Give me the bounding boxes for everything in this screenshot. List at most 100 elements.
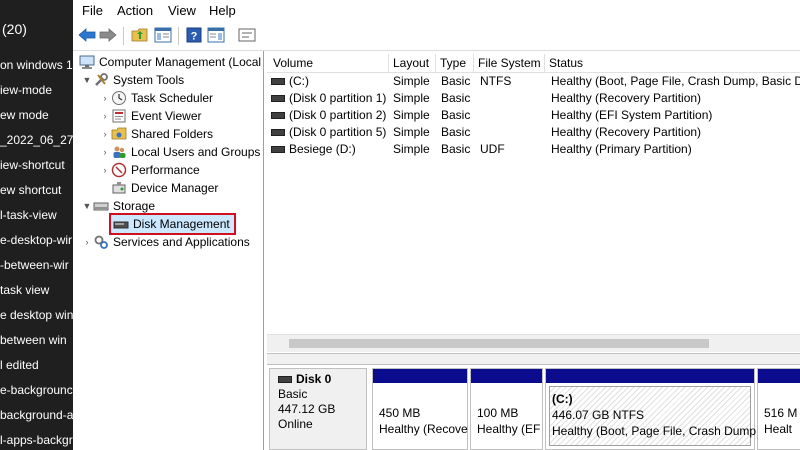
console-tree: Computer Management (Local ▼ System Tool… xyxy=(73,51,264,450)
tree-item-shared-folders[interactable]: › Shared Folders xyxy=(99,125,214,143)
help-icon[interactable]: ? xyxy=(184,25,204,45)
tree-label: Local Users and Groups xyxy=(131,145,261,159)
system-tools-icon xyxy=(93,72,109,88)
tree-item-local-users[interactable]: › Local Users and Groups xyxy=(99,143,261,161)
scrollbar-thumb[interactable] xyxy=(289,339,709,348)
strip-item[interactable]: task view xyxy=(0,283,49,297)
menu-file[interactable]: File xyxy=(82,3,103,18)
strip-item[interactable]: e-desktop-wir xyxy=(0,233,72,247)
drive-icon xyxy=(271,78,285,86)
horizontal-scrollbar[interactable] xyxy=(267,334,800,352)
column-header-status[interactable]: Status xyxy=(545,54,800,72)
strip-item[interactable]: l-apps-backgr xyxy=(0,433,73,447)
column-header-file-system[interactable]: File System xyxy=(474,54,545,72)
tree-label: Shared Folders xyxy=(131,127,214,141)
chevron-down-icon[interactable]: ▼ xyxy=(81,75,93,85)
strip-item[interactable]: background-ap xyxy=(0,408,73,422)
strip-item[interactable]: ew mode xyxy=(0,108,49,122)
volume-row[interactable]: (C:) Simple Basic NTFS Healthy (Boot, Pa… xyxy=(267,73,800,90)
tree-item-performance[interactable]: › Performance xyxy=(99,161,200,179)
forward-arrow-icon[interactable] xyxy=(98,25,118,45)
action-pane-icon[interactable] xyxy=(206,25,226,45)
chevron-right-icon[interactable]: › xyxy=(99,147,111,157)
disk-0-label[interactable]: Disk 0 Basic 447.12 GB Online xyxy=(269,368,367,450)
tree-item-services-and-applications[interactable]: › Services and Applications xyxy=(81,233,250,251)
selected-highlight[interactable]: Disk Management xyxy=(109,213,236,235)
column-header-volume[interactable]: Volume xyxy=(269,54,389,72)
back-arrow-icon[interactable] xyxy=(77,25,97,45)
drive-icon xyxy=(271,129,285,137)
volume-row[interactable]: Besiege (D:) Simple Basic UDF Healthy (P… xyxy=(267,141,800,158)
strip-item[interactable]: on windows 1 xyxy=(0,58,73,72)
chevron-down-icon[interactable]: ▼ xyxy=(81,201,93,211)
tree-item-task-scheduler[interactable]: › Task Scheduler xyxy=(99,89,213,107)
strip-item[interactable]: iew-mode xyxy=(0,83,52,97)
strip-item[interactable]: between win xyxy=(0,333,67,347)
users-icon xyxy=(111,144,127,160)
tree-label: Task Scheduler xyxy=(131,91,214,105)
partition-recovery-1[interactable]: 450 MB Healthy (Recove xyxy=(372,368,468,450)
menu-view[interactable]: View xyxy=(168,3,196,18)
menu-action[interactable]: Action xyxy=(117,3,153,18)
up-folder-icon[interactable] xyxy=(130,25,150,45)
disk-map: Disk 0 Basic 447.12 GB Online 450 MB Heal… xyxy=(267,365,800,450)
chevron-right-icon[interactable]: › xyxy=(99,165,111,175)
partition-c[interactable]: (C:) 446.07 GB NTFS Healthy (Boot, Page … xyxy=(545,368,756,450)
chevron-right-icon[interactable]: › xyxy=(99,93,111,103)
strip-item[interactable]: -between-wir xyxy=(0,258,69,272)
event-viewer-icon xyxy=(111,108,127,124)
strip-item[interactable]: _2022_06_27T0 xyxy=(0,133,73,147)
performance-icon xyxy=(111,162,127,178)
tree-label: Device Manager xyxy=(131,181,219,195)
menu-bar: File Action View Help xyxy=(73,0,800,22)
shared-folder-icon xyxy=(111,126,127,142)
strip-item[interactable]: iew-shortcut xyxy=(0,158,65,172)
tree-label: Services and Applications xyxy=(113,235,250,249)
pane-splitter[interactable] xyxy=(267,353,800,365)
tree-item-storage[interactable]: ▼ Storage xyxy=(81,197,156,215)
chevron-right-icon[interactable]: › xyxy=(99,111,111,121)
tree-label: System Tools xyxy=(113,73,185,87)
tree-label: Performance xyxy=(131,163,200,177)
drive-icon xyxy=(271,95,285,103)
volume-row[interactable]: (Disk 0 partition 2) Simple Basic Health… xyxy=(267,107,800,124)
strip-item[interactable]: l edited xyxy=(0,358,39,372)
menu-help[interactable]: Help xyxy=(209,3,236,18)
drive-icon xyxy=(271,112,285,120)
partition-recovery-5[interactable]: 516 M Healt xyxy=(757,368,800,450)
clock-icon xyxy=(111,90,127,106)
computer-management-window: File Action View Help ? Computer Managem… xyxy=(73,0,800,450)
computer-management-icon xyxy=(79,54,95,70)
tree-item-disk-management[interactable]: Disk Management xyxy=(109,213,236,235)
drive-icon xyxy=(271,146,285,154)
services-icon xyxy=(93,234,109,250)
strip-count-label: (20) xyxy=(2,21,27,37)
disk-icon xyxy=(278,376,292,383)
toolbar: ? xyxy=(73,22,800,51)
tree-label: Computer Management (Local xyxy=(99,55,262,69)
disk-management-icon xyxy=(113,216,129,232)
properties-icon[interactable] xyxy=(237,25,257,45)
tree-item-event-viewer[interactable]: › Event Viewer xyxy=(99,107,202,125)
device-manager-icon xyxy=(111,180,127,196)
chevron-right-icon[interactable]: › xyxy=(99,129,111,139)
strip-item[interactable]: ew shortcut xyxy=(0,183,61,197)
tree-item-system-tools[interactable]: ▼ System Tools xyxy=(81,71,185,89)
tree-item-device-manager[interactable]: Device Manager xyxy=(111,179,218,197)
show-hide-tree-icon[interactable] xyxy=(153,25,173,45)
tree-item-computer-management[interactable]: Computer Management (Local xyxy=(79,53,261,71)
chevron-right-icon[interactable]: › xyxy=(81,237,93,247)
partition-efi[interactable]: 100 MB Healthy (EF xyxy=(470,368,543,450)
background-window-strip: (20) on windows 1 iew-mode ew mode _2022… xyxy=(0,0,73,450)
svg-text:?: ? xyxy=(191,31,198,43)
strip-item[interactable]: l-task-view xyxy=(0,208,57,222)
volume-row[interactable]: (Disk 0 partition 1) Simple Basic Health… xyxy=(267,90,800,107)
tree-label: Event Viewer xyxy=(131,109,202,123)
column-header-type[interactable]: Type xyxy=(436,54,474,72)
disk-management-pane: Volume Layout Type File System Status (C… xyxy=(267,51,800,450)
volume-row[interactable]: (Disk 0 partition 5) Simple Basic Health… xyxy=(267,124,800,141)
strip-item[interactable]: e desktop win xyxy=(0,308,73,322)
column-header-layout[interactable]: Layout xyxy=(389,54,436,72)
strip-item[interactable]: e-backgrounc xyxy=(0,383,73,397)
storage-icon xyxy=(93,198,109,214)
